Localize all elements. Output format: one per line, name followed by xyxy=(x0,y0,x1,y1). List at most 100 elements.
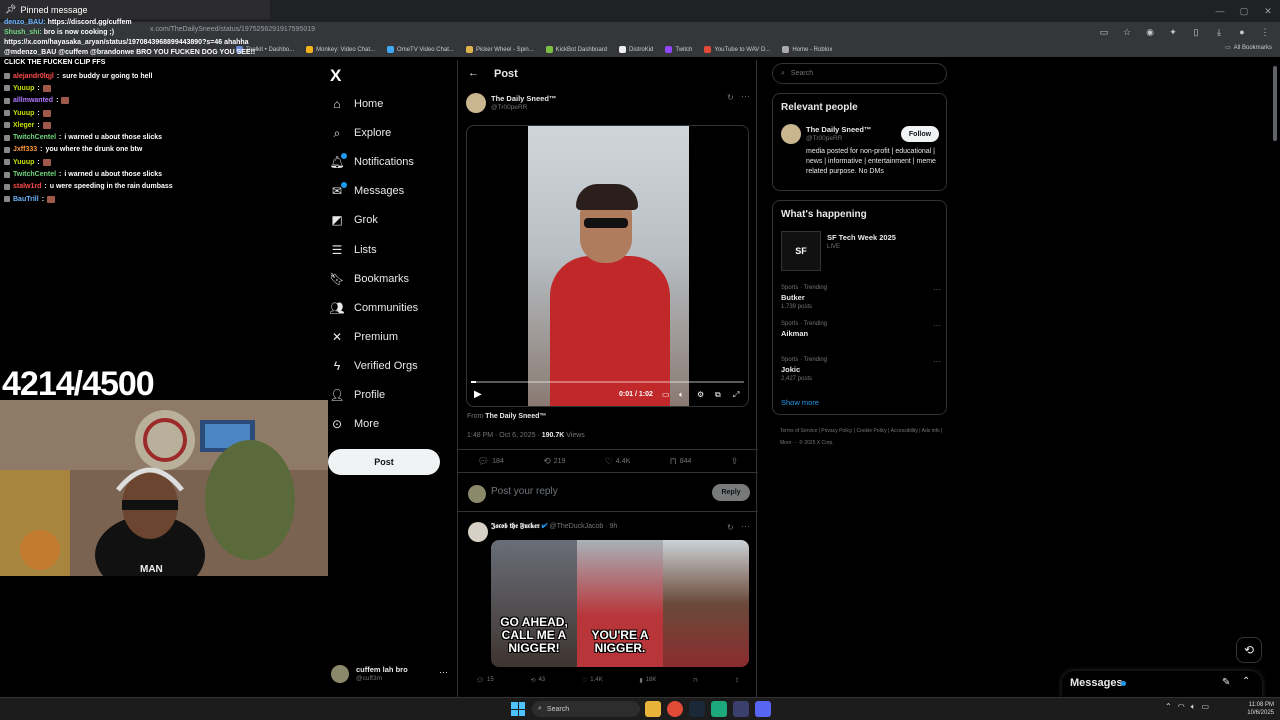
settings-icon[interactable]: ⚙ xyxy=(697,390,704,399)
nav-item-premium[interactable]: ✕ Premium xyxy=(330,327,398,347)
chat-username[interactable]: alllmwanted xyxy=(13,97,53,104)
menu-icon[interactable]: ⋮ xyxy=(1258,25,1272,39)
nav-item-communities[interactable]: 👥︎ Communities xyxy=(329,298,418,318)
bookmark-item[interactable]: Twitch xyxy=(665,46,692,53)
repost-action[interactable]: ⟲ 219 xyxy=(543,456,565,467)
nav-item-lists[interactable]: ☰ Lists xyxy=(330,240,377,260)
steam-icon[interactable] xyxy=(689,701,705,717)
obs-icon[interactable] xyxy=(711,701,727,717)
download-icon[interactable]: ⤓ xyxy=(1212,25,1226,39)
reply-input[interactable]: Post your reply xyxy=(491,486,558,497)
trend-more-icon[interactable]: ··· xyxy=(933,285,941,294)
all-bookmarks-button[interactable]: ▭ All Bookmarks xyxy=(1225,44,1272,52)
trend-item[interactable]: Sports · Trending Butker 1,739 posts ··· xyxy=(781,285,941,310)
video-source-name[interactable]: The Daily Sneed™ xyxy=(485,413,546,420)
profile-icon[interactable]: ● xyxy=(1235,25,1249,39)
nav-item-verified-orgs[interactable]: ϟ Verified Orgs xyxy=(330,356,418,376)
reply-author-avatar[interactable] xyxy=(468,522,488,542)
search-input[interactable]: ⌕ Search xyxy=(772,63,947,84)
chevron-up-icon[interactable]: ⌃ xyxy=(1242,676,1250,687)
back-arrow-icon[interactable]: ← xyxy=(468,67,479,79)
nav-item-messages[interactable]: ✉ Messages xyxy=(330,181,404,201)
discord-icon[interactable] xyxy=(755,701,771,717)
chat-username[interactable]: BauTrill xyxy=(13,196,39,203)
reply-reply-action[interactable]: 💬︎ 15 xyxy=(476,677,493,684)
captions-icon[interactable]: ▭ xyxy=(662,390,670,399)
minimize-icon[interactable]: — xyxy=(1208,0,1232,22)
page-scrollbar[interactable] xyxy=(1272,60,1278,700)
rp-avatar[interactable] xyxy=(781,124,801,144)
reply-repost-action[interactable]: ⟲ 43 xyxy=(530,677,545,684)
volume-icon[interactable]: 🔈︎ xyxy=(679,390,684,400)
trend-more-icon[interactable]: ··· xyxy=(933,357,941,366)
event-thumbnail[interactable]: SF xyxy=(781,231,821,271)
volume-icon[interactable]: 🔈︎ xyxy=(1191,702,1196,712)
nav-item-notifications[interactable]: 🔔︎ Notifications xyxy=(329,152,414,172)
pip-icon[interactable]: ⧉ xyxy=(715,390,721,400)
nav-item-bookmarks[interactable]: 🔖︎ Bookmarks xyxy=(329,269,409,289)
chat-username[interactable]: TwitchCentel xyxy=(13,171,56,178)
chat-username[interactable]: stalw1rd xyxy=(13,183,41,190)
author-name[interactable]: The Daily Sneed™ xyxy=(491,94,556,103)
trend-item[interactable]: Sports · Trending Jokic 2,427 posts ··· xyxy=(781,357,941,382)
compose-message-icon[interactable]: ✎ xyxy=(1222,677,1230,688)
author-handle[interactable]: @Tr00peRR xyxy=(491,104,527,111)
reply-image-collage[interactable]: GO AHEAD, CALL ME A NIGGER! YOU'RE A NIG… xyxy=(491,540,749,667)
windows-start-icon[interactable] xyxy=(511,702,525,716)
reply-views-action[interactable]: ▮ 18K xyxy=(639,677,656,684)
reply-bookmark-action[interactable]: ⊓ xyxy=(693,677,698,684)
taskbar-clock[interactable]: 11:08 PM 10/6/2025 xyxy=(1242,701,1274,717)
extension-icon[interactable]: ◉ xyxy=(1143,25,1157,39)
app-icon[interactable] xyxy=(733,701,749,717)
rp-handle[interactable]: @Tr00peRR xyxy=(806,135,842,142)
chat-username[interactable]: Yuuup xyxy=(13,159,34,166)
battery-icon[interactable]: ▭ xyxy=(1202,702,1210,712)
fullscreen-icon[interactable]: ⤢ xyxy=(733,390,739,400)
trend-item[interactable]: Sports · Trending Aikman ··· xyxy=(781,321,941,340)
chat-username[interactable]: Yuuup xyxy=(13,85,34,92)
post-button[interactable]: Post xyxy=(328,449,440,475)
messages-drawer[interactable]: Messages ✎ ⌃ xyxy=(1062,671,1262,698)
bookmark-item[interactable]: DistroKid xyxy=(619,46,653,53)
bookmark-action[interactable]: ⊓ 844 xyxy=(670,456,692,467)
like-action[interactable]: ♡ 4.4K xyxy=(605,456,630,467)
reply-action[interactable]: 💬︎ 184 xyxy=(478,456,504,467)
reply-author-name[interactable]: 𝕵𝖆𝖈𝖔𝖇 𝖙𝖍𝖊 𝕱𝖚𝖈𝖐𝖊𝖗 ✔ @TheDuckJacob · 9h xyxy=(491,523,617,531)
star-icon[interactable]: ☆ xyxy=(1120,25,1134,39)
file-explorer-icon[interactable] xyxy=(645,701,661,717)
scrollbar-thumb[interactable] xyxy=(1273,66,1277,141)
reply-button[interactable]: Reply xyxy=(712,484,750,501)
author-avatar[interactable] xyxy=(466,93,486,113)
more-icon[interactable]: ··· xyxy=(439,667,448,677)
reply-more-icon[interactable]: ··· xyxy=(741,521,750,531)
chat-username[interactable]: Yuuup xyxy=(13,110,34,117)
chat-username[interactable]: Xleger xyxy=(13,122,34,129)
nav-item-grok[interactable]: ◩ Grok xyxy=(330,210,378,230)
event-name[interactable]: SF Tech Week 2025 xyxy=(827,233,896,242)
maximize-icon[interactable]: ▢ xyxy=(1232,0,1256,22)
chat-username[interactable]: Jxff333 xyxy=(13,146,37,153)
grok-icon[interactable]: ↻ xyxy=(727,93,734,102)
chat-username[interactable]: TwitchCentel xyxy=(13,134,56,141)
trend-more-icon[interactable]: ··· xyxy=(933,321,941,330)
nav-item-home[interactable]: ⌂ Home xyxy=(330,94,383,114)
grok-fab-icon[interactable]: ⟲ xyxy=(1236,637,1262,663)
rp-name[interactable]: The Daily Sneed™ xyxy=(806,125,871,134)
post-more-icon[interactable]: ··· xyxy=(741,91,750,101)
chat-username[interactable]: alejandr0lqjl xyxy=(13,73,54,80)
puzzle-icon[interactable]: ✦ xyxy=(1166,25,1180,39)
show-more-link[interactable]: Show more xyxy=(781,398,819,407)
nav-item-explore[interactable]: ⌕ Explore xyxy=(330,123,392,143)
nav-item-profile[interactable]: 👤︎ Profile xyxy=(329,385,385,405)
bookmark-item[interactable]: Home - Roblox xyxy=(782,46,832,53)
footer-links[interactable]: Terms of Service | Privacy Policy | Cook… xyxy=(780,425,950,449)
x-logo[interactable]: X xyxy=(330,66,341,86)
bookmark-item[interactable]: Picker Wheel - Spin... xyxy=(465,46,534,53)
video-player[interactable]: ▶ 0:01 / 1:02 ▭ 🔈︎ ⚙ ⧉ ⤢ xyxy=(466,125,749,407)
post-timestamp[interactable]: 1:48 PM · Oct 6, 2025 · xyxy=(467,432,540,439)
cast-icon[interactable]: ▭ xyxy=(1097,25,1111,39)
chevron-up-icon[interactable]: ⌃ xyxy=(1165,702,1172,712)
reply-share-action[interactable]: ⇪ xyxy=(735,677,740,684)
sidebar-icon[interactable]: ▯ xyxy=(1189,25,1203,39)
chrome-icon[interactable] xyxy=(667,701,683,717)
